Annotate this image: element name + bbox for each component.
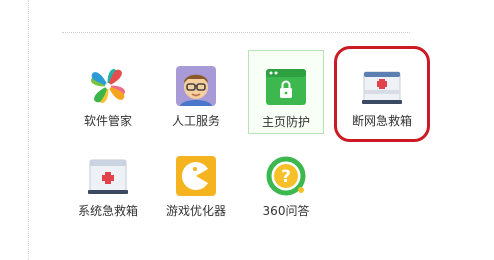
pacman-icon — [176, 156, 216, 196]
tool-system-first-aid[interactable]: 系统急救箱 — [70, 140, 146, 224]
tool-homepage-protect[interactable]: 主页防护 — [248, 50, 324, 134]
person-glasses-icon — [176, 66, 216, 106]
tool-label: 软件管家 — [83, 114, 132, 128]
tool-qa-360[interactable]: ? 360问答 — [248, 140, 324, 224]
tool-label: 主页防护 — [261, 115, 310, 129]
highlight-circle — [334, 46, 430, 142]
tool-human-service[interactable]: 人工服务 — [158, 50, 234, 134]
tool-label: 系统急救箱 — [77, 204, 138, 218]
tool-label: 游戏优化器 — [165, 204, 226, 218]
tool-label: 360问答 — [262, 204, 310, 218]
question-icon: ? — [266, 156, 306, 196]
firstaid-kit-icon — [88, 159, 128, 194]
svg-text:?: ? — [281, 167, 291, 187]
top-divider — [62, 32, 410, 33]
left-divider — [28, 0, 29, 260]
browser-lock-icon — [266, 69, 306, 105]
pinwheel-icon — [90, 68, 126, 104]
tool-label: 人工服务 — [171, 114, 220, 128]
tool-software-manager[interactable]: 软件管家 — [70, 50, 146, 134]
tool-game-optimizer[interactable]: 游戏优化器 — [158, 140, 234, 224]
